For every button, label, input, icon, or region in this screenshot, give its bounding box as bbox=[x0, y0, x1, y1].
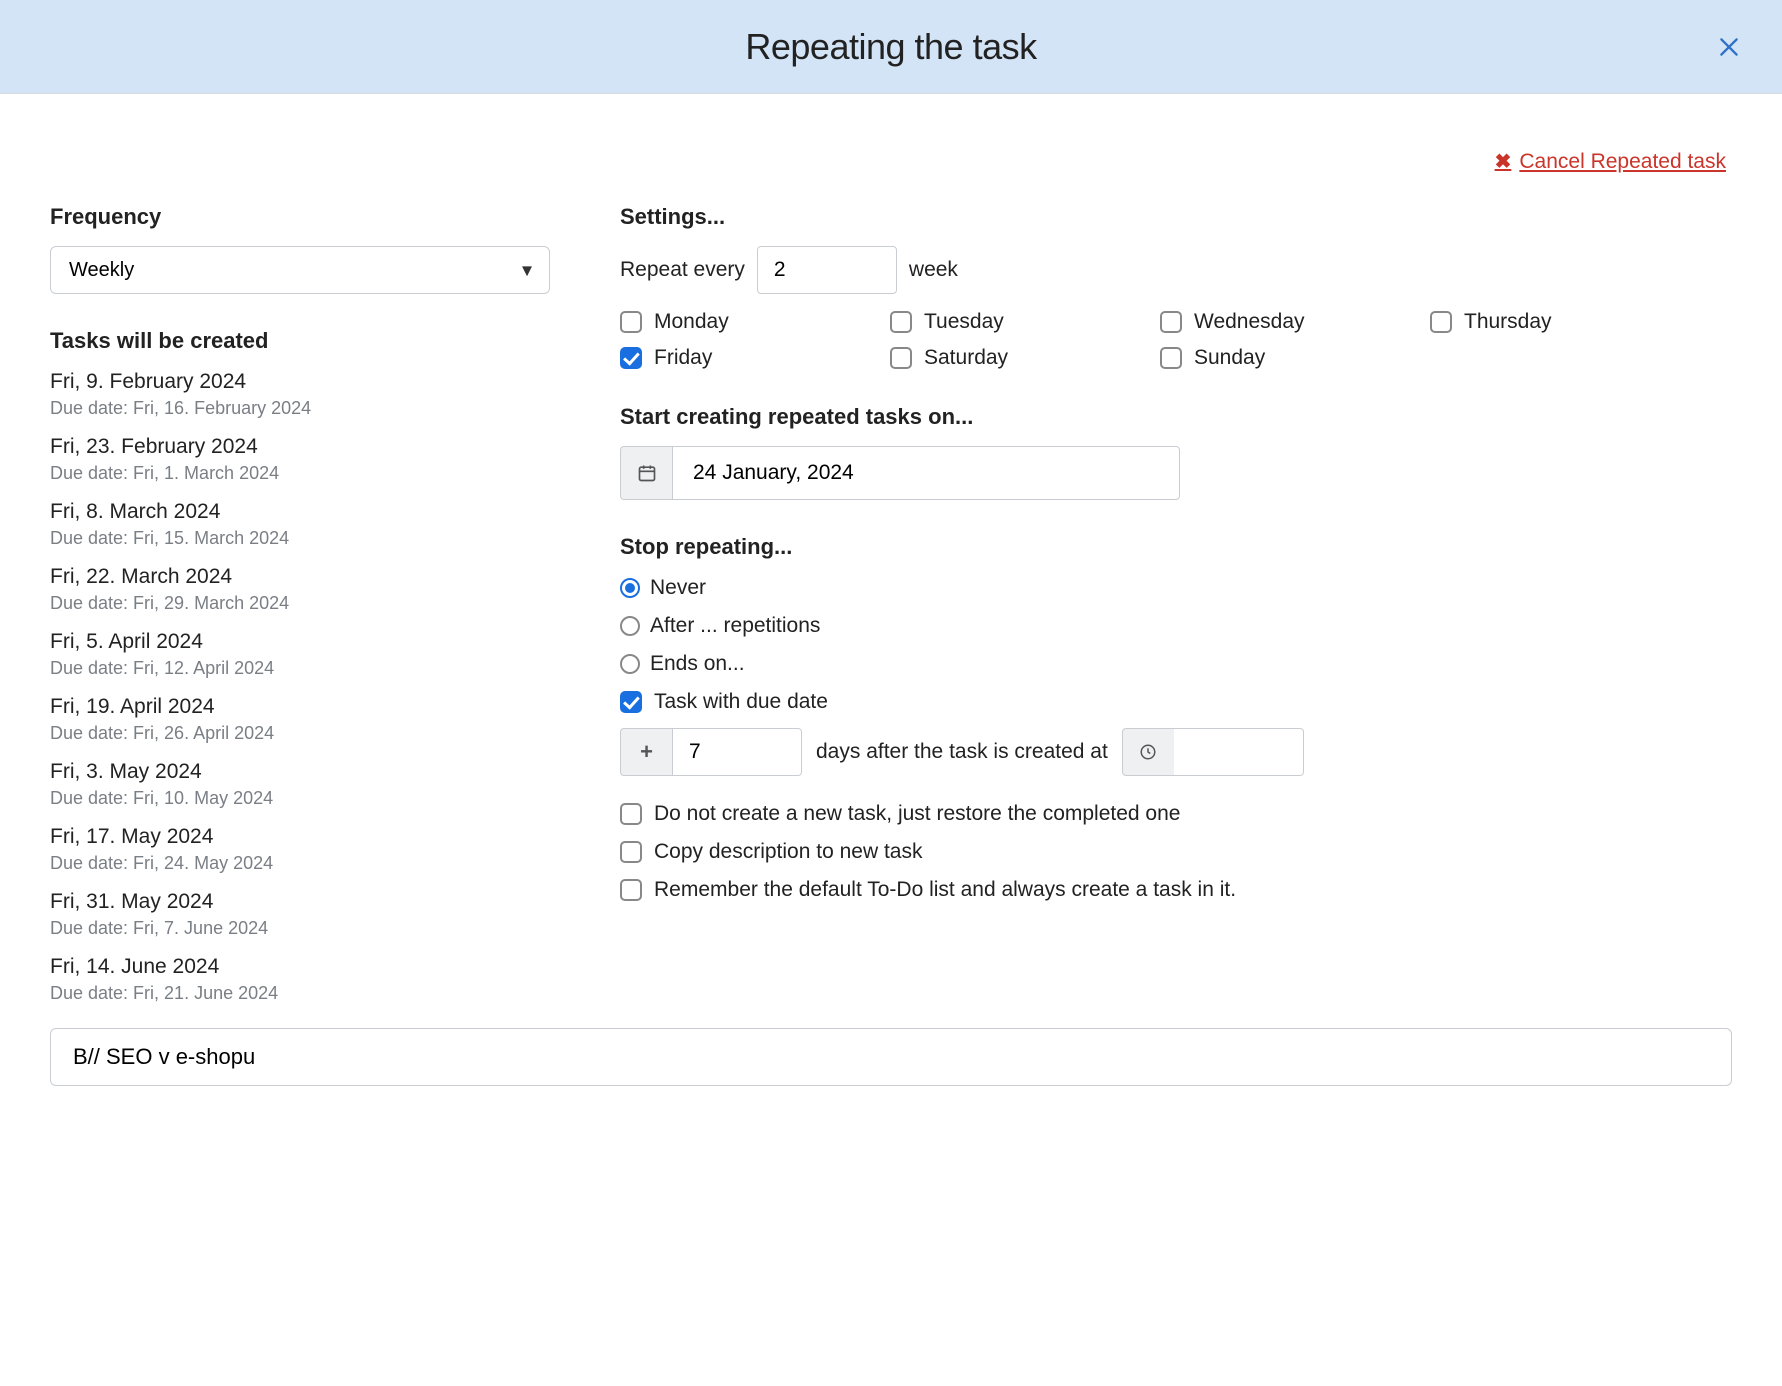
stop-option-after[interactable]: After ... repetitions bbox=[620, 614, 1732, 638]
checkbox-icon bbox=[620, 311, 642, 333]
preview-item: Fri, 5. April 2024Due date: Fri, 12. Apr… bbox=[50, 630, 580, 679]
checkbox-icon bbox=[1430, 311, 1452, 333]
task-with-due-date[interactable]: Task with due date bbox=[620, 690, 1732, 714]
day-tuesday[interactable]: Tuesday bbox=[890, 310, 1160, 334]
start-date-input[interactable] bbox=[672, 446, 1180, 500]
checkbox-icon bbox=[620, 803, 642, 825]
frequency-select[interactable] bbox=[50, 246, 550, 294]
cancel-icon: ✖ bbox=[1495, 149, 1512, 174]
preview-item: Fri, 8. March 2024Due date: Fri, 15. Mar… bbox=[50, 500, 580, 549]
dialog-title: Repeating the task bbox=[745, 26, 1036, 68]
checkbox-icon bbox=[620, 879, 642, 901]
preview-label: Tasks will be created bbox=[50, 328, 580, 354]
preview-item: Fri, 17. May 2024Due date: Fri, 24. May … bbox=[50, 825, 580, 874]
preview-item: Fri, 23. February 2024Due date: Fri, 1. … bbox=[50, 435, 580, 484]
day-thursday[interactable]: Thursday bbox=[1430, 310, 1610, 334]
preview-item: Fri, 19. April 2024Due date: Fri, 26. Ap… bbox=[50, 695, 580, 744]
preview-item: Fri, 31. May 2024Due date: Fri, 7. June … bbox=[50, 890, 580, 939]
day-monday[interactable]: Monday bbox=[620, 310, 890, 334]
radio-icon bbox=[620, 578, 640, 598]
option-copy-description[interactable]: Copy description to new task bbox=[620, 840, 1732, 864]
repeat-every-prefix: Repeat every bbox=[620, 258, 745, 282]
preview-list: Fri, 9. February 2024Due date: Fri, 16. … bbox=[50, 370, 580, 1004]
stop-label: Stop repeating... bbox=[620, 534, 1732, 560]
due-days-input[interactable] bbox=[672, 728, 802, 776]
checkbox-icon bbox=[890, 347, 912, 369]
preview-item: Fri, 9. February 2024Due date: Fri, 16. … bbox=[50, 370, 580, 419]
checkbox-icon bbox=[620, 691, 642, 713]
checkbox-icon bbox=[620, 841, 642, 863]
cancel-link-label: Cancel Repeated task bbox=[1519, 150, 1726, 174]
clock-icon[interactable] bbox=[1122, 728, 1174, 776]
repeat-every-input[interactable] bbox=[757, 246, 897, 294]
stop-option-never[interactable]: Never bbox=[620, 576, 1732, 600]
start-label: Start creating repeated tasks on... bbox=[620, 404, 1732, 430]
checkbox-icon bbox=[620, 347, 642, 369]
checkbox-icon bbox=[890, 311, 912, 333]
checkbox-icon bbox=[1160, 311, 1182, 333]
radio-icon bbox=[620, 616, 640, 636]
repeat-every-suffix: week bbox=[909, 258, 958, 282]
settings-label: Settings... bbox=[620, 204, 1732, 230]
day-wednesday[interactable]: Wednesday bbox=[1160, 310, 1430, 334]
frequency-label: Frequency bbox=[50, 204, 580, 230]
stop-option-endson[interactable]: Ends on... bbox=[620, 652, 1732, 676]
cancel-repeated-task-link[interactable]: ✖ Cancel Repeated task bbox=[1495, 149, 1726, 174]
task-name-input[interactable] bbox=[50, 1028, 1732, 1086]
close-icon[interactable] bbox=[1716, 34, 1742, 60]
preview-item: Fri, 14. June 2024Due date: Fri, 21. Jun… bbox=[50, 955, 580, 1004]
calendar-icon[interactable] bbox=[620, 446, 672, 500]
plus-icon[interactable]: + bbox=[620, 728, 672, 776]
due-time-input[interactable] bbox=[1174, 728, 1304, 776]
day-saturday[interactable]: Saturday bbox=[890, 346, 1160, 370]
due-days-suffix: days after the task is created at bbox=[816, 740, 1108, 764]
day-sunday[interactable]: Sunday bbox=[1160, 346, 1430, 370]
preview-item: Fri, 3. May 2024Due date: Fri, 10. May 2… bbox=[50, 760, 580, 809]
checkbox-icon bbox=[1160, 347, 1182, 369]
option-restore[interactable]: Do not create a new task, just restore t… bbox=[620, 802, 1732, 826]
preview-item: Fri, 22. March 2024Due date: Fri, 29. Ma… bbox=[50, 565, 580, 614]
option-remember-list[interactable]: Remember the default To-Do list and alwa… bbox=[620, 878, 1732, 902]
dialog-header: Repeating the task bbox=[0, 0, 1782, 94]
radio-icon bbox=[620, 654, 640, 674]
day-friday[interactable]: Friday bbox=[620, 346, 890, 370]
